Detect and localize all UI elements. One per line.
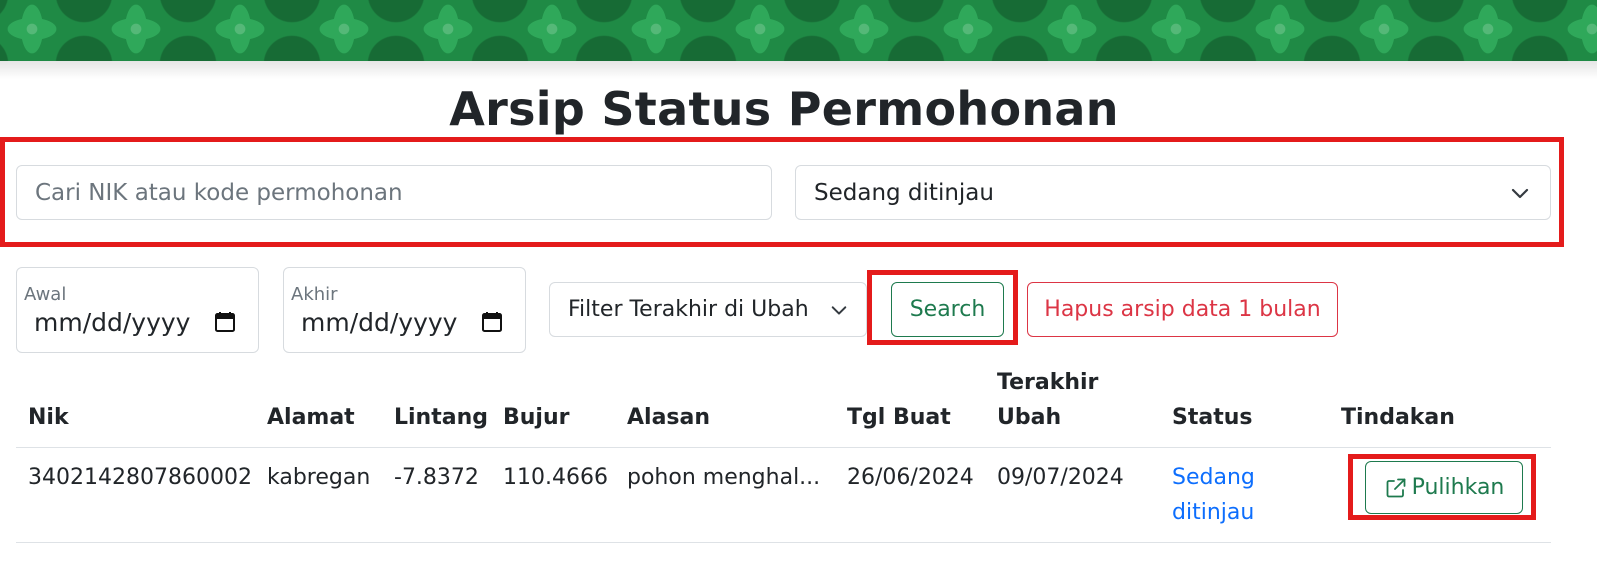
date-end-input[interactable]: Akhir mm/dd/yyyy — [283, 267, 526, 353]
column-header-terakhir-ubah-line2: Ubah — [997, 405, 1062, 430]
column-header-bujur: Bujur — [503, 405, 570, 430]
table-row-divider — [16, 542, 1551, 543]
cell-terakhir-ubah: 09/07/2024 — [997, 465, 1124, 490]
chevron-down-icon — [831, 306, 847, 315]
date-start-input[interactable]: Awal mm/dd/yyyy — [16, 267, 259, 353]
column-header-terakhir-ubah-line1: Terakhir — [997, 370, 1099, 395]
status-link-line2: ditinjau — [1172, 500, 1255, 525]
sort-filter-select[interactable]: Filter Terakhir di Ubah — [549, 282, 867, 337]
date-start-label: Awal — [24, 284, 67, 305]
status-link-line1: Sedang — [1172, 465, 1255, 490]
search-input[interactable] — [16, 165, 772, 220]
cell-tgl-buat: 26/06/2024 — [847, 465, 974, 490]
cell-alasan: pohon menghal... — [627, 465, 821, 490]
cell-nik: 3402142807860002 — [28, 465, 252, 490]
restore-button-label: Pulihkan — [1411, 475, 1505, 500]
date-start-value: mm/dd/yyyy — [34, 308, 191, 337]
search-button[interactable]: Search — [891, 282, 1004, 337]
calendar-icon[interactable] — [214, 311, 236, 333]
external-link-icon — [1386, 478, 1406, 497]
chevron-down-icon — [1511, 188, 1529, 199]
calendar-icon[interactable] — [481, 311, 503, 333]
restore-button[interactable]: Pulihkan — [1365, 461, 1523, 514]
column-header-tgl-buat: Tgl Buat — [847, 405, 951, 430]
column-header-status: Status — [1172, 405, 1253, 430]
header-banner — [0, 0, 1597, 61]
status-select[interactable]: Sedang ditinjau — [795, 165, 1551, 220]
date-end-label: Akhir — [291, 284, 338, 305]
status-select-value: Sedang ditinjau — [814, 179, 994, 206]
banner-shadow — [0, 61, 1597, 79]
cell-bujur: 110.4666 — [503, 465, 608, 490]
column-header-alamat: Alamat — [267, 405, 355, 430]
date-end-value: mm/dd/yyyy — [301, 308, 458, 337]
table-header-divider — [16, 447, 1551, 448]
sort-filter-value: Filter Terakhir di Ubah — [568, 297, 809, 322]
column-header-alasan: Alasan — [627, 405, 711, 430]
status-link[interactable]: Sedang ditinjau — [1172, 460, 1255, 530]
page-title: Arsip Status Permohonan — [449, 82, 1119, 136]
cell-lintang: -7.8372 — [394, 465, 479, 490]
column-header-terakhir-ubah: Terakhir Ubah — [997, 365, 1098, 435]
column-header-lintang: Lintang — [394, 405, 488, 430]
column-header-nik: Nik — [28, 405, 69, 430]
delete-archive-button[interactable]: Hapus arsip data 1 bulan — [1027, 282, 1338, 337]
column-header-tindakan: Tindakan — [1341, 405, 1455, 430]
cell-alamat: kabregan — [267, 465, 371, 490]
